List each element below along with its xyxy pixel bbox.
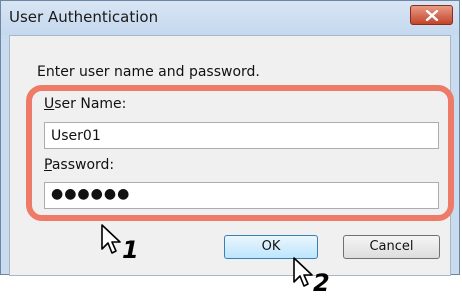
title-bar[interactable]: User Authentication: [1, 1, 459, 35]
close-icon: [425, 10, 439, 21]
step-number-1: 1: [122, 236, 139, 264]
step-number-2: 2: [313, 269, 330, 297]
username-input[interactable]: [44, 122, 439, 149]
close-button[interactable]: [410, 5, 453, 25]
cancel-button[interactable]: Cancel: [343, 235, 440, 259]
dialog-title: User Authentication: [9, 8, 159, 26]
instruction-text: Enter user name and password.: [37, 64, 260, 80]
username-label: User Name:: [44, 96, 127, 112]
password-label: Password:: [44, 157, 115, 173]
password-input[interactable]: ●●●●●●: [44, 182, 439, 209]
pointer-cursor-icon: [101, 224, 121, 254]
